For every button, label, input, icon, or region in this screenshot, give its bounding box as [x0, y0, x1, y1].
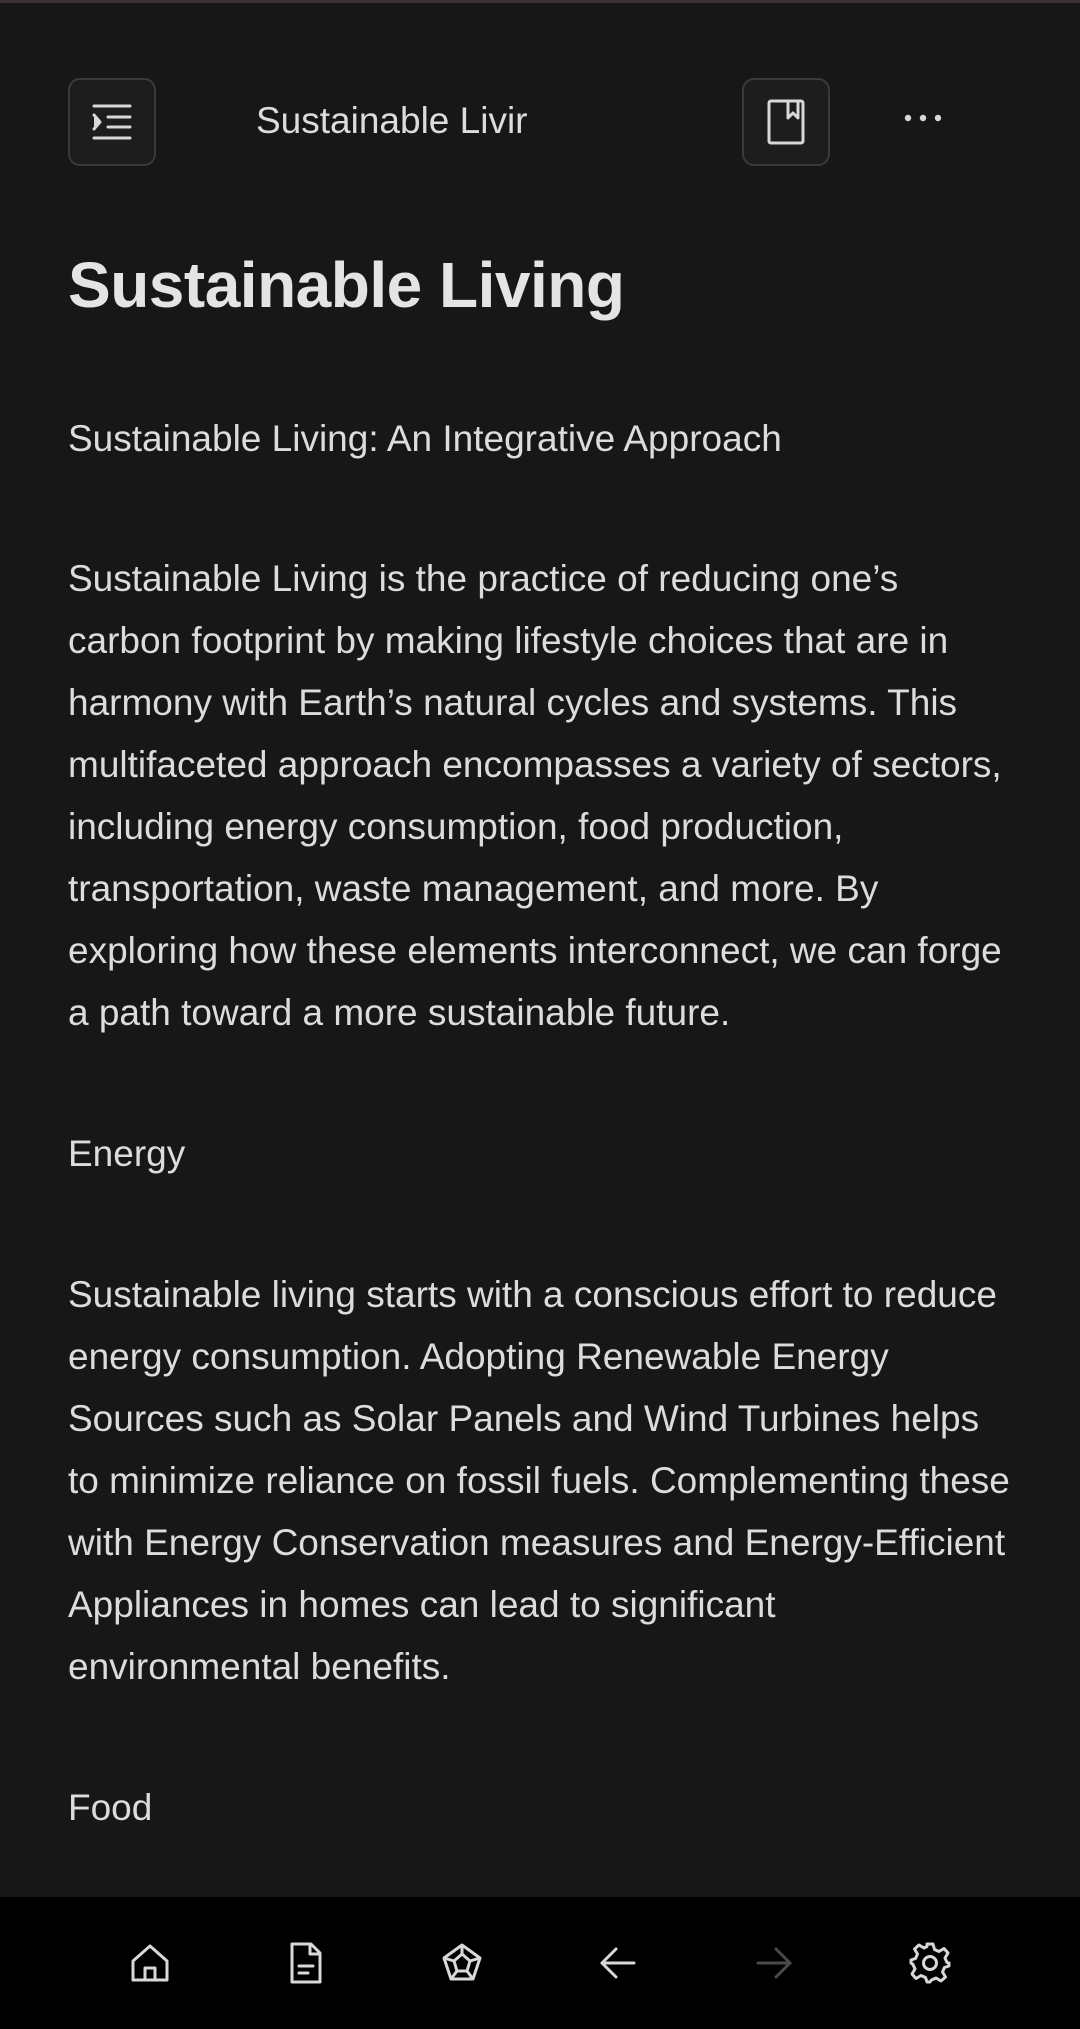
document-title: Sustainable Living — [68, 249, 625, 321]
food-heading: Food — [68, 1787, 153, 1828]
bottom-navigation — [0, 1897, 1080, 2029]
forward-button[interactable] — [742, 1931, 806, 1995]
energy-paragraph: Sustainable living starts with a conscio… — [68, 1274, 1010, 1687]
outline-indent-icon — [90, 102, 134, 142]
back-button[interactable] — [586, 1931, 650, 1995]
file-icon — [286, 1941, 326, 1985]
settings-button[interactable] — [898, 1931, 962, 1995]
app-root: Sustainable Livir Sustainable Living Sus… — [0, 0, 1080, 2029]
document-content: Sustainable Living Sustainable Living: A… — [68, 230, 1018, 1839]
intro-paragraph: Sustainable Living is the practice of re… — [68, 558, 1002, 1033]
more-options-button[interactable] — [888, 86, 958, 150]
gear-icon — [908, 1941, 952, 1985]
arrow-left-icon — [598, 1945, 638, 1981]
file-button[interactable] — [274, 1931, 338, 1995]
bookmark-icon — [766, 98, 806, 146]
document-subtitle: Sustainable Living: An Integrative Appro… — [68, 418, 782, 459]
energy-heading: Energy — [68, 1133, 186, 1174]
more-horizontal-icon — [903, 113, 943, 123]
header-title: Sustainable Livir — [256, 100, 528, 141]
header-bar: Sustainable Livir — [0, 0, 1080, 200]
graph-icon — [440, 1941, 484, 1985]
home-button[interactable] — [118, 1931, 182, 1995]
bookmark-button[interactable] — [742, 78, 830, 166]
home-icon — [128, 1941, 172, 1985]
outline-button[interactable] — [68, 78, 156, 166]
graph-button[interactable] — [430, 1931, 494, 1995]
arrow-right-icon — [754, 1945, 794, 1981]
